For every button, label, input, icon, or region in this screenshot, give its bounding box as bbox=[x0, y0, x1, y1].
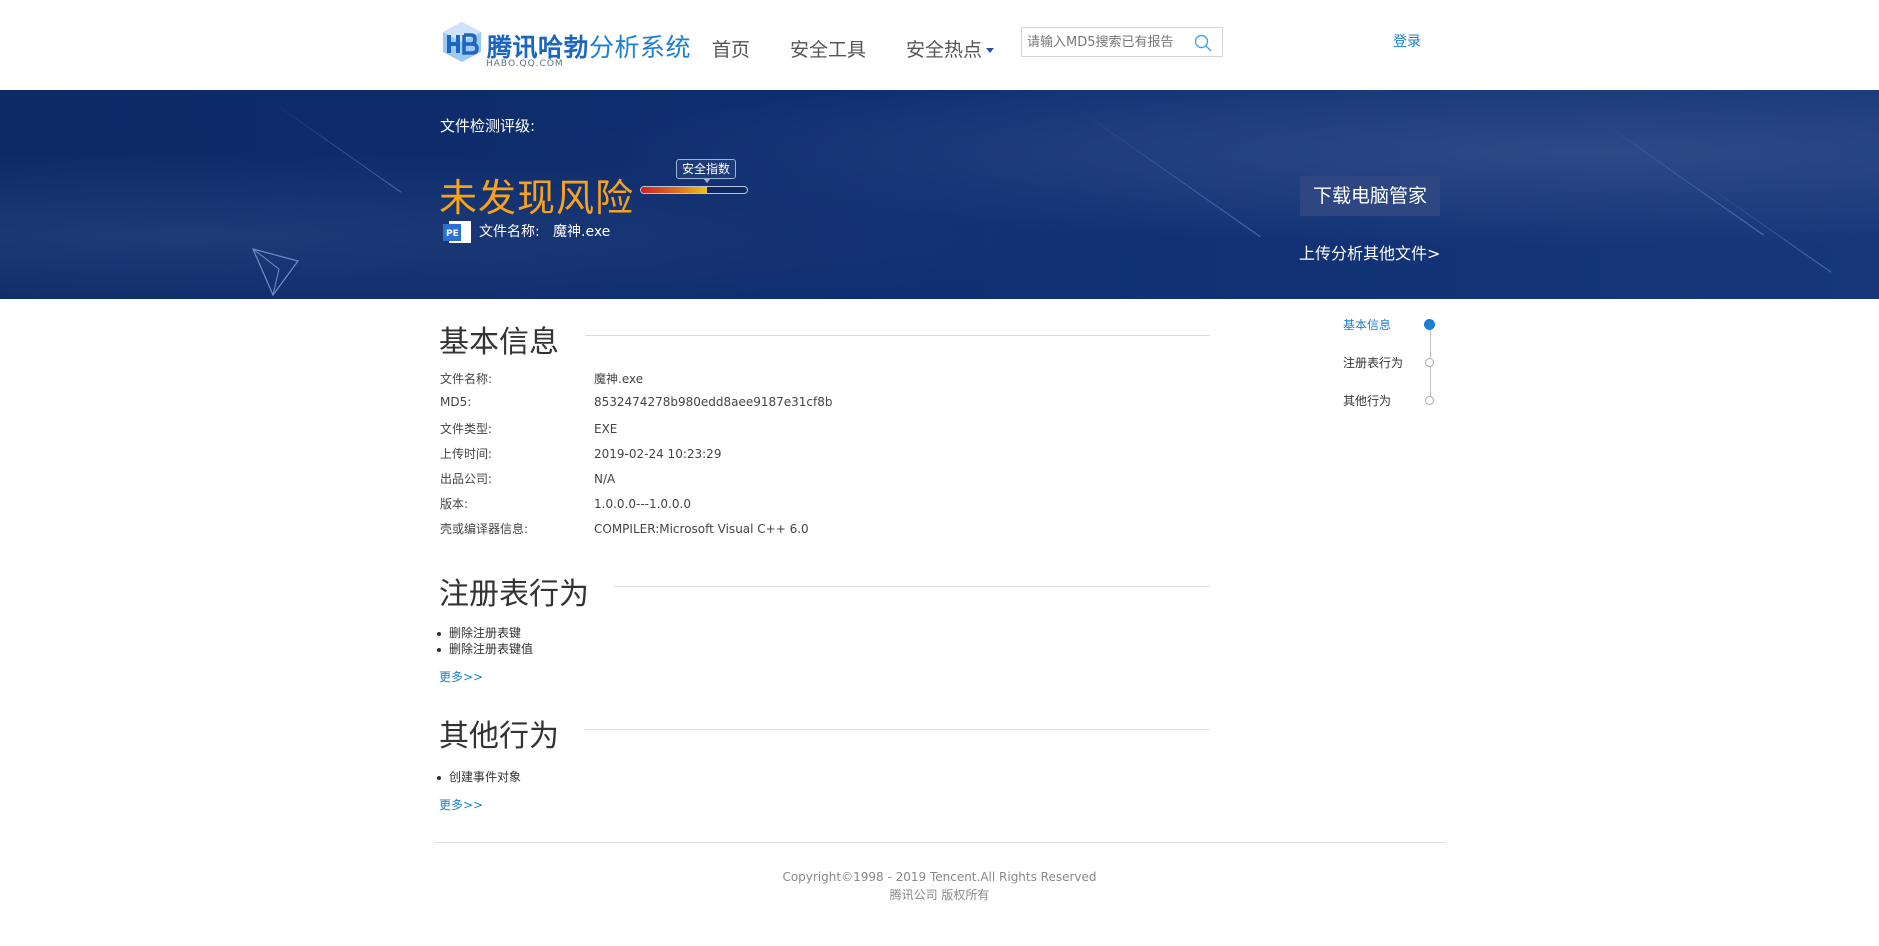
decor-streak bbox=[1699, 180, 1832, 273]
section-title-basic: 基本信息 bbox=[439, 325, 559, 360]
logo-subtitle: HABO.QQ.COM bbox=[486, 59, 564, 69]
side-nav-basic-info[interactable]: 基本信息 bbox=[1343, 316, 1391, 333]
md5-search bbox=[1021, 27, 1223, 57]
info-row-compiler: 壳或编译器信息: COMPILER:Microsoft Visual C++ 6.… bbox=[440, 522, 809, 536]
pe-file-icon: PE bbox=[443, 221, 471, 243]
main-nav: 首页 安全工具 安全热点 bbox=[712, 35, 1034, 62]
other-behavior-list: 创建事件对象 bbox=[436, 769, 522, 785]
rating-label: 文件检测评级: bbox=[440, 117, 536, 135]
section-title-registry: 注册表行为 bbox=[439, 577, 589, 612]
login-link[interactable]: 登录 bbox=[1393, 31, 1421, 51]
result-banner: 文件检测评级: 未发现风险 安全指数 PE 文件名称: 魔神.exe 下载电脑管… bbox=[0, 90, 1879, 299]
footer-company: 腾讯公司 版权所有 bbox=[889, 888, 990, 902]
decor-streak bbox=[1079, 110, 1261, 238]
safety-score-bar bbox=[640, 186, 748, 194]
svg-text:PE: PE bbox=[446, 229, 459, 239]
footer-copyright: Copyright©1998 - 2019 Tencent.All Rights… bbox=[782, 870, 1097, 884]
nav-security-hotspot-label: 安全热点 bbox=[906, 39, 983, 61]
info-row-upload-time: 上传时间: 2019-02-24 10:23:29 bbox=[440, 447, 722, 461]
info-row-company: 出品公司: N/A bbox=[440, 472, 616, 486]
list-item: 删除注册表键 bbox=[436, 625, 533, 641]
nav-security-hotspot[interactable]: 安全热点 bbox=[906, 35, 995, 62]
section-divider bbox=[614, 586, 1210, 587]
search-input[interactable] bbox=[1022, 28, 1192, 56]
info-row-md5: MD5: 8532474278b980edd8aee9187e31cf8b bbox=[440, 395, 833, 409]
download-pc-manager-button[interactable]: 下载电脑管家 bbox=[1300, 176, 1440, 216]
upload-other-file-link[interactable]: 上传分析其他文件> bbox=[1299, 240, 1440, 264]
info-row-version: 版本: 1.0.0.0---1.0.0.0 bbox=[440, 497, 691, 511]
top-header: 腾讯哈勃分析系统 HABO.QQ.COM 首页 安全工具 安全热点 登录 bbox=[0, 0, 1879, 90]
banner-file-label: 文件名称: bbox=[479, 224, 540, 240]
decor-streak bbox=[1599, 120, 1765, 236]
safety-score-fill bbox=[641, 187, 707, 193]
verdict-text: 未发现风险 bbox=[439, 176, 635, 220]
decor-streak bbox=[269, 100, 402, 193]
section-divider bbox=[585, 335, 1210, 336]
caret-down-icon bbox=[986, 48, 995, 53]
nav-home[interactable]: 首页 bbox=[712, 35, 750, 62]
section-divider bbox=[585, 729, 1210, 730]
side-nav-registry[interactable]: 注册表行为 bbox=[1343, 354, 1403, 371]
side-nav-dot[interactable] bbox=[1425, 396, 1434, 405]
banner-file-name: 魔神.exe bbox=[553, 224, 611, 240]
nav-security-tools[interactable]: 安全工具 bbox=[790, 35, 866, 62]
habo-logo-icon bbox=[443, 22, 481, 62]
registry-more-link[interactable]: 更多>> bbox=[439, 668, 483, 685]
section-title-other: 其他行为 bbox=[439, 719, 559, 754]
other-more-link[interactable]: 更多>> bbox=[439, 796, 483, 813]
side-nav-other[interactable]: 其他行为 bbox=[1343, 392, 1391, 409]
list-item: 创建事件对象 bbox=[436, 770, 522, 784]
list-item: 删除注册表键值 bbox=[436, 642, 534, 656]
habo-logo[interactable]: 腾讯哈勃分析系统 HABO.QQ.COM bbox=[441, 21, 691, 73]
info-row-filetype: 文件类型: EXE bbox=[440, 422, 618, 436]
score-tag: 安全指数 bbox=[676, 159, 737, 183]
info-row-filename: 文件名称: 魔神.exe bbox=[440, 372, 644, 386]
triangle-decor-icon bbox=[252, 248, 300, 297]
side-nav-dot-active[interactable] bbox=[1424, 319, 1435, 330]
search-icon[interactable] bbox=[1194, 34, 1212, 52]
registry-behavior-list: 删除注册表键 删除注册表键值 bbox=[436, 625, 534, 657]
footer-divider bbox=[435, 842, 1445, 843]
side-nav-dot[interactable] bbox=[1425, 358, 1434, 367]
